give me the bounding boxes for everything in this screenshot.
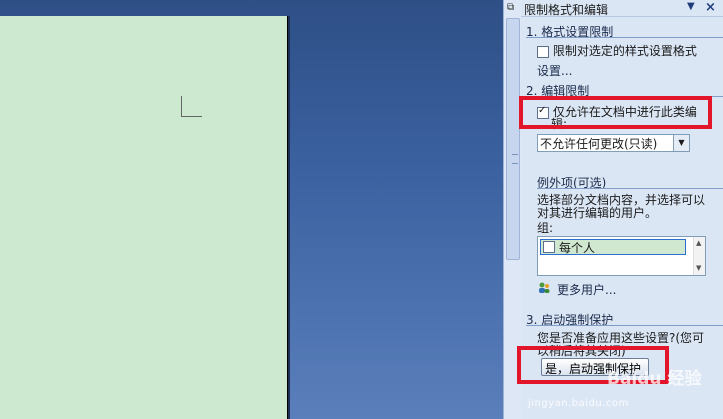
section-divider bbox=[526, 96, 723, 97]
format-restriction-label: 限制对选定的样式设置格式 bbox=[552, 44, 697, 58]
watermark-url: jingyan.baidu.com bbox=[528, 398, 629, 409]
scrollbar-grip bbox=[512, 154, 518, 164]
scroll-up-icon[interactable]: ▲ bbox=[696, 239, 701, 247]
group-everyone-label: 每个人 bbox=[559, 241, 596, 255]
list-item[interactable]: 每个人 bbox=[540, 239, 686, 255]
format-restriction-option[interactable]: 限制对选定的样式设置格式 bbox=[537, 42, 697, 59]
group-everyone-checkbox[interactable] bbox=[543, 241, 555, 253]
users-icon[interactable] bbox=[537, 281, 551, 295]
scroll-down-icon[interactable]: ▼ bbox=[696, 264, 701, 272]
editing-type-value: 不允许任何更改(只读) bbox=[540, 137, 658, 151]
format-restriction-checkbox[interactable] bbox=[537, 45, 549, 58]
document-vertical-scrollbar[interactable]: ⧉ bbox=[503, 0, 521, 419]
chevron-down-icon[interactable]: ▼ bbox=[687, 1, 695, 12]
pane-title: 限制格式和编辑 bbox=[524, 3, 609, 17]
groups-list-scrollbar[interactable]: ▲ ▼ bbox=[693, 237, 705, 275]
editing-restriction-label-cont: 辑: bbox=[551, 117, 568, 131]
split-icon[interactable]: ⧉ bbox=[507, 2, 518, 13]
exceptions-description-cont: 对其进行编辑的用户。 bbox=[537, 206, 658, 220]
document-page[interactable] bbox=[0, 16, 288, 419]
editing-restriction-label: 仅允许在文档中进行此类编 bbox=[552, 105, 697, 119]
section-divider bbox=[526, 325, 723, 326]
margin-corner-mark bbox=[181, 96, 202, 117]
more-users-link[interactable]: 更多用户... bbox=[557, 281, 616, 298]
dropdown-arrow-icon[interactable]: ▼ bbox=[673, 135, 689, 151]
document-workspace bbox=[0, 0, 503, 419]
pane-header: 限制格式和编辑 ▼ × bbox=[521, 0, 723, 17]
groups-label: 组: bbox=[537, 221, 554, 235]
enforce-question-cont: 以稍后将其关闭) bbox=[537, 344, 626, 358]
restrict-editing-pane: 限制格式和编辑 ▼ × 1. 格式设置限制 限制对选定的样式设置格式 设置...… bbox=[521, 0, 723, 419]
section-divider bbox=[537, 188, 723, 189]
editing-restriction-checkbox[interactable] bbox=[537, 105, 549, 119]
settings-link[interactable]: 设置... bbox=[537, 62, 572, 79]
groups-list[interactable]: 每个人 ▲ ▼ bbox=[537, 236, 706, 276]
section-divider bbox=[526, 37, 723, 38]
close-icon[interactable]: × bbox=[705, 0, 716, 15]
watermark-logo: Baidu 经验 bbox=[607, 369, 702, 389]
editing-type-select[interactable]: 不允许任何更改(只读) ▼ bbox=[537, 134, 690, 152]
scrollbar-thumb[interactable] bbox=[506, 18, 520, 260]
